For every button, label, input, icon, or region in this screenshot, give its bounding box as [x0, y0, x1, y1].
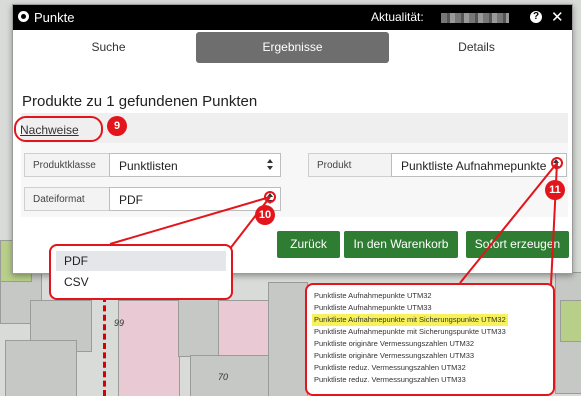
map-boundary-line [103, 296, 106, 396]
select-arrows-icon [553, 159, 560, 171]
dateiformat-options-list: PDF CSV [49, 244, 233, 300]
produktklasse-label: Produktklasse [24, 153, 109, 177]
dateiformat-option-csv[interactable]: CSV [56, 272, 226, 292]
map-green-area [560, 300, 581, 342]
aktualitaet-value-redacted [441, 13, 509, 23]
produkt-option[interactable]: Punktliste originäre Vermessungszahlen U… [312, 338, 476, 350]
zurueck-button[interactable]: Zurück [277, 231, 340, 258]
produkt-value: Punktliste Aufnahmepunkte [401, 159, 547, 173]
produktklasse-select[interactable]: Punktlisten [109, 153, 281, 177]
map-building [190, 355, 272, 396]
callout-badge-11: 11 [545, 180, 565, 200]
produkt-option[interactable]: Punktliste Aufnahmepunkte UTM32 [312, 290, 434, 302]
dateiformat-option-pdf[interactable]: PDF [56, 251, 226, 271]
dateiformat-label: Dateiformat [24, 187, 109, 211]
nachweise-row [21, 113, 568, 143]
callout-ring-9 [14, 116, 103, 142]
tab-details[interactable]: Details [389, 32, 564, 63]
produkt-option[interactable]: Punktliste Aufnahmepunkte mit Sicherungs… [312, 326, 508, 338]
erzeugen-button[interactable]: Sofort erzeugen [466, 231, 569, 258]
select-arrows-icon [267, 193, 274, 205]
dialog-titlebar[interactable]: Punkte Aktualität: ? ✕ [13, 5, 572, 30]
select-arrows-icon [267, 159, 274, 171]
help-icon[interactable]: ? [530, 11, 542, 23]
produkt-option[interactable]: Punktliste reduz. Vermessungszahlen UTM3… [312, 374, 468, 386]
map-label: 99 [114, 318, 125, 328]
callout-badge-9: 9 [107, 116, 127, 136]
map-building [118, 300, 180, 396]
tab-suche[interactable]: Suche [21, 32, 196, 63]
produkt-option[interactable]: Punktliste reduz. Vermessungszahlen UTM3… [312, 362, 468, 374]
dialog-title: Punkte [34, 10, 75, 25]
warenkorb-button[interactable]: In den Warenkorb [344, 231, 458, 258]
produkt-option[interactable]: Punktliste originäre Vermessungszahlen U… [312, 350, 476, 362]
produkt-option[interactable]: Punktliste Aufnahmepunkte UTM33 [312, 302, 434, 314]
produkt-select[interactable]: Punktliste Aufnahmepunkte [391, 153, 567, 177]
produktklasse-value: Punktlisten [119, 159, 178, 173]
dateiformat-select[interactable]: PDF [109, 187, 281, 211]
callout-badge-10: 10 [255, 205, 275, 225]
produkt-options-list: Punktliste Aufnahmepunkte UTM32 Punktlis… [305, 283, 555, 396]
map-label: 70 [218, 372, 229, 382]
tab-bar: Suche Ergebnisse Details [13, 32, 572, 65]
produkt-label: Produkt [308, 153, 391, 177]
aktualitaet-label: Aktualität: [371, 10, 424, 24]
map-building [268, 282, 308, 396]
map-building [5, 340, 77, 396]
tab-ergebnisse[interactable]: Ergebnisse [196, 32, 389, 63]
dateiformat-value: PDF [119, 193, 143, 207]
results-heading: Produkte zu 1 gefundenen Punkten [22, 93, 258, 110]
point-icon [18, 11, 29, 22]
produkt-option-highlighted[interactable]: Punktliste Aufnahmepunkte mit Sicherungs… [312, 314, 508, 326]
close-icon[interactable]: ✕ [551, 8, 564, 26]
